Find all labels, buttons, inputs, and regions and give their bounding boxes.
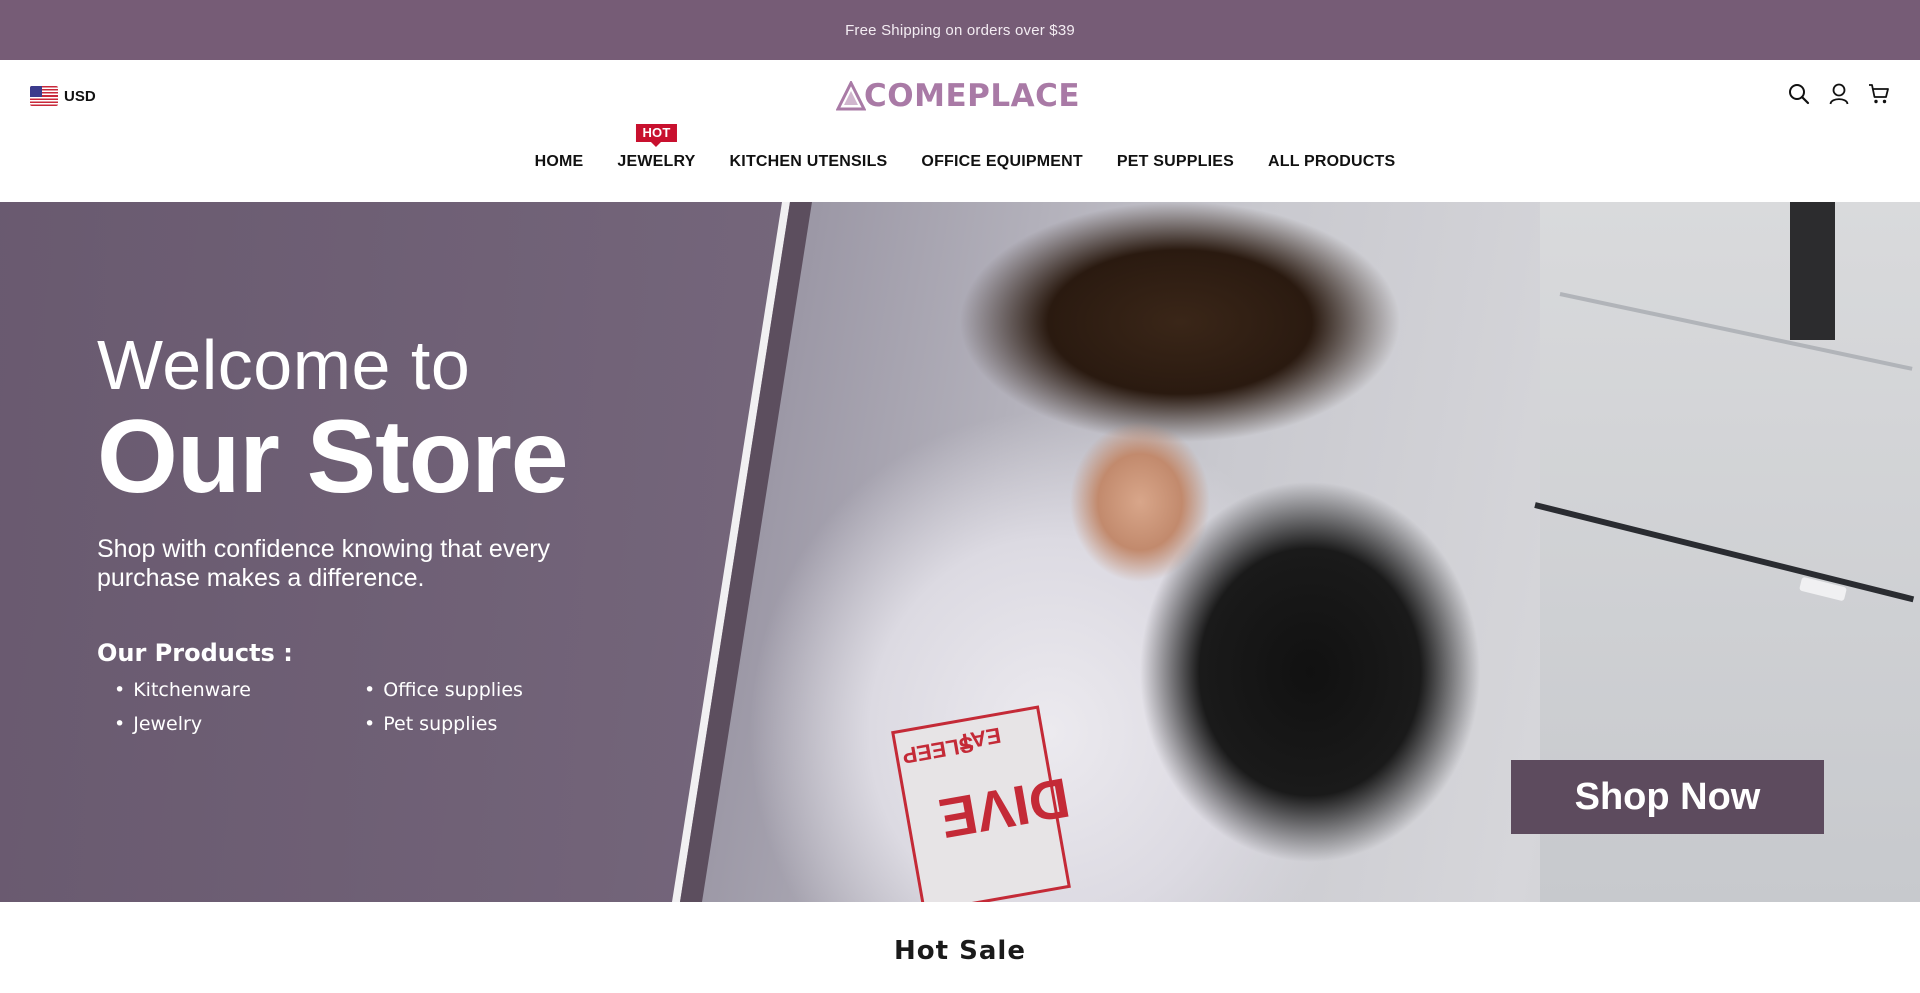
nav-label: HOME xyxy=(534,153,584,170)
hero-welcome: Welcome to xyxy=(97,326,471,404)
currency-code: USD xyxy=(64,87,96,105)
site-logo[interactable]: COMEPLACE xyxy=(836,78,1084,114)
nav-label: KITCHEN UTENSILS xyxy=(729,153,888,170)
main-nav: HOME HOT JEWELRY KITCHEN UTENSILS OFFICE… xyxy=(0,124,1920,171)
shirt-print-word: DIVE xyxy=(934,766,1075,851)
nav-item-all-products[interactable]: ALL PRODUCTS xyxy=(1268,153,1395,171)
nav-item-office-equipment[interactable]: OFFICE EQUIPMENT xyxy=(921,153,1082,171)
site-header: USD COMEPLACE HOME HOT JEWELRY KITCHEN U… xyxy=(0,60,1920,202)
hero-title: Our Store xyxy=(97,399,569,515)
search-icon[interactable] xyxy=(1788,82,1810,106)
announcement-bar: Free Shipping on orders over $39 xyxy=(0,0,1920,60)
product-item: Office supplies xyxy=(364,679,564,701)
nav-label: ALL PRODUCTS xyxy=(1267,153,1396,170)
nav-item-home[interactable]: HOME xyxy=(535,153,584,171)
cart-icon[interactable] xyxy=(1868,82,1890,106)
product-item: Pet supplies xyxy=(364,713,564,735)
section-title-hot-sale: Hot Sale xyxy=(894,936,1026,966)
product-item: Jewelry xyxy=(114,713,364,735)
hero-text-block: Welcome to Our Store Shop with confidenc… xyxy=(97,327,597,735)
logo-text: COMEPLACE xyxy=(864,78,1081,114)
announcement-text: Free Shipping on orders over $39 xyxy=(845,21,1075,39)
nav-item-jewelry[interactable]: HOT JEWELRY xyxy=(617,124,696,171)
header-actions xyxy=(1788,82,1890,106)
nav-label: PET SUPPLIES xyxy=(1116,153,1234,170)
nav-label: OFFICE EQUIPMENT xyxy=(921,153,1083,170)
shop-now-button[interactable]: Shop Now xyxy=(1511,760,1824,834)
hot-badge: HOT xyxy=(636,124,677,142)
nav-item-kitchen-utensils[interactable]: KITCHEN UTENSILS xyxy=(730,153,888,171)
products-title: Our Products : xyxy=(97,639,293,667)
shirt-print-word: SLEEP xyxy=(900,731,976,769)
hero-photo-shirt-print: EAT SLEEP DIVE xyxy=(891,705,1074,902)
products-list: Kitchenware Office supplies Jewelry Pet … xyxy=(114,679,597,735)
product-item: Kitchenware xyxy=(114,679,364,701)
hero-banner: EAT SLEEP DIVE Welcome to Our Store Shop… xyxy=(0,202,1920,902)
hero-tagline: Shop with confidence knowing that every … xyxy=(97,535,551,592)
us-flag-icon xyxy=(30,86,58,106)
currency-selector[interactable]: USD xyxy=(30,86,96,106)
account-icon[interactable] xyxy=(1828,82,1850,106)
nav-item-pet-supplies[interactable]: PET SUPPLIES xyxy=(1117,153,1234,171)
logo-mark-icon xyxy=(836,81,866,111)
nav-label: JEWELRY xyxy=(617,153,696,170)
hero-photo-dark-block xyxy=(1790,202,1835,340)
